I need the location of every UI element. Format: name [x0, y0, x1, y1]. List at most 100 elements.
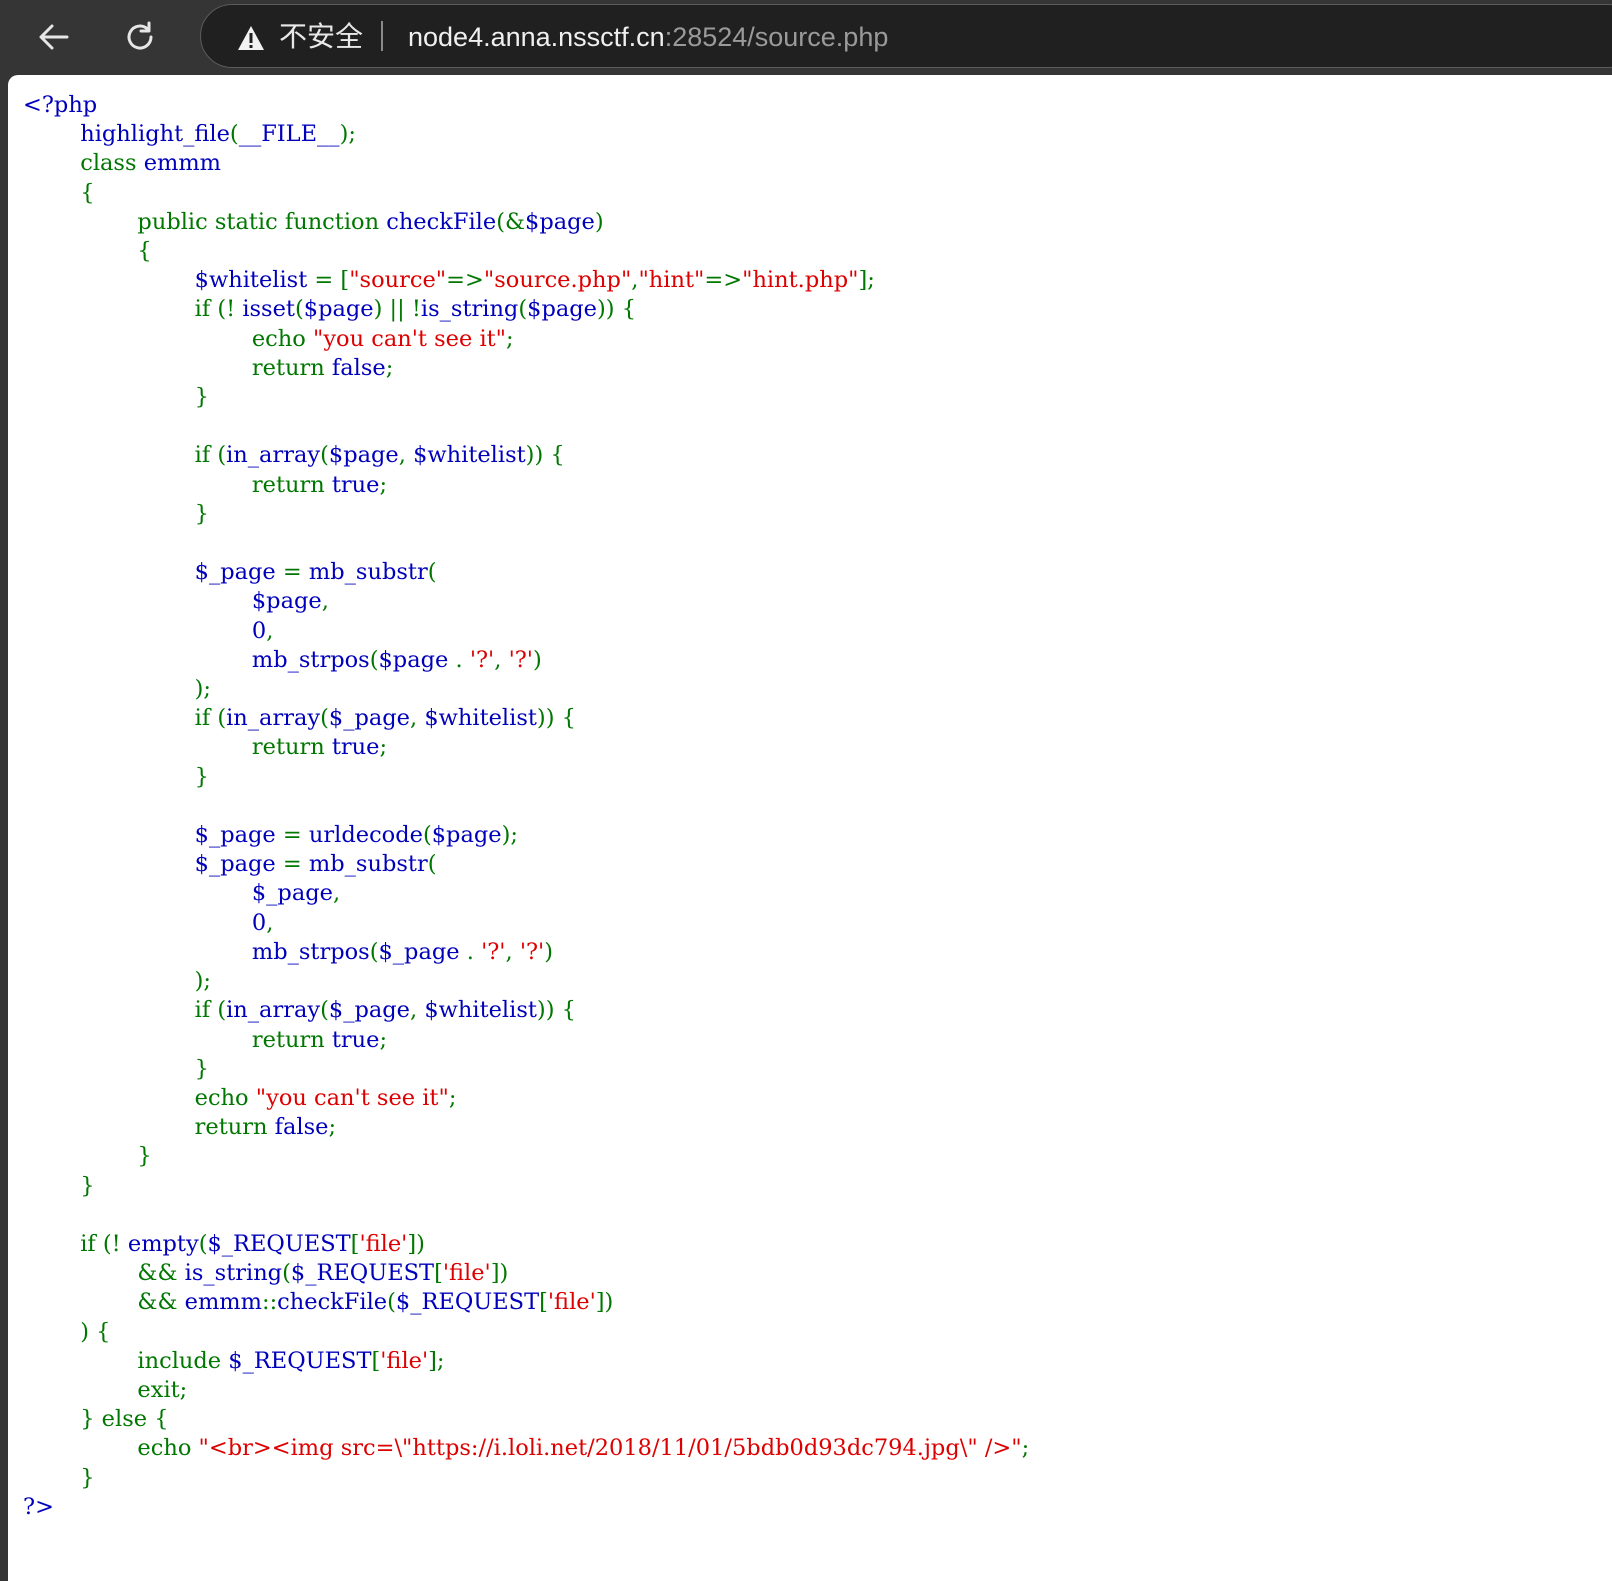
code-line: } — [23, 1173, 94, 1199]
code-token: return — [23, 1026, 332, 1053]
code-token: ); — [339, 121, 356, 148]
page-content: <?php highlight_file(__FILE__); class em… — [8, 75, 1612, 1581]
reload-button[interactable] — [117, 14, 163, 60]
code-token: 'file' — [442, 1260, 491, 1287]
code-token: mb_strpos — [23, 646, 370, 673]
code-token: )) { — [525, 442, 565, 469]
code-token: 'file' — [380, 1347, 429, 1374]
code-token: )) { — [536, 997, 576, 1024]
code-token: $_page — [23, 559, 283, 586]
code-token: )) { — [536, 705, 576, 732]
code-token: { — [23, 179, 95, 206]
code-token: && — [23, 1289, 185, 1316]
code-token: $page — [378, 646, 456, 673]
code-token: ]) — [490, 1260, 509, 1287]
code-token: } — [23, 1143, 152, 1170]
code-token: ); — [23, 968, 212, 995]
code-token: 'file' — [547, 1289, 596, 1316]
code-token: ; — [379, 471, 388, 498]
code-line: ); — [23, 676, 211, 702]
code-token: emmm — [143, 150, 222, 177]
address-divider — [381, 21, 383, 51]
back-button[interactable] — [31, 14, 77, 60]
code-token: , — [266, 909, 274, 936]
address-bar[interactable]: 不安全 node4.anna.nssctf.cn:28524/source.ph… — [200, 4, 1612, 68]
code-token: ) — [533, 646, 542, 673]
code-token: __FILE__ — [238, 121, 340, 148]
code-token: ( — [320, 997, 329, 1024]
code-token: ); — [501, 822, 518, 849]
code-line: && emmm::checkFile($_REQUEST['file']) — [23, 1289, 613, 1315]
code-token: ; — [379, 734, 388, 761]
code-token: if (! — [23, 296, 243, 323]
security-status-label[interactable]: 不安全 — [279, 17, 363, 57]
code-token: <?php — [23, 92, 98, 118]
code-token: $page — [328, 442, 399, 469]
code-token: 0 — [23, 617, 267, 644]
code-token: return — [23, 1114, 275, 1141]
code-token: is_string — [420, 296, 519, 323]
code-token: "source.php" — [483, 267, 632, 294]
code-token: ]) — [595, 1289, 614, 1316]
code-token: in_array — [226, 442, 321, 469]
code-token: = — [282, 559, 309, 586]
code-line: { — [23, 179, 95, 206]
code-token: $_page — [328, 705, 410, 732]
code-token: include — [23, 1347, 229, 1374]
code-token: $page — [527, 296, 597, 323]
code-token: , — [266, 617, 274, 644]
code-token: )) { — [596, 296, 637, 323]
code-line: echo "you can't see it"; — [23, 1084, 457, 1111]
code-line: } — [23, 764, 209, 790]
code-token: ) — [544, 938, 554, 965]
code-token: } — [23, 1055, 209, 1082]
code-token: true — [331, 734, 380, 761]
code-token: = — [282, 822, 309, 849]
url-port-path: :28524/source.php — [664, 22, 889, 52]
code-token: checkFile — [277, 1289, 388, 1316]
code-token: false — [331, 354, 386, 381]
code-token: emmm — [184, 1289, 262, 1316]
code-token: return — [23, 471, 332, 498]
code-token: (& — [496, 208, 525, 235]
code-token: $_page — [23, 851, 283, 878]
code-token: = — [282, 851, 309, 878]
code-token: ( — [427, 851, 437, 878]
warning-triangle-icon[interactable] — [237, 25, 265, 51]
code-token: ]; — [428, 1347, 445, 1374]
code-line: if (in_array($page, $whitelist)) { — [23, 442, 565, 468]
code-token: "you can't see it" — [255, 1084, 449, 1111]
code-line: } — [23, 1056, 209, 1082]
php-source-code: <?php highlight_file(__FILE__); class em… — [23, 91, 1029, 1522]
code-token: ( — [518, 296, 528, 323]
code-token: '?' — [508, 646, 533, 673]
code-line: if (! isset($page) || !is_string($page))… — [23, 296, 636, 322]
code-token: , — [410, 705, 425, 732]
code-token: $_REQUEST — [228, 1347, 372, 1374]
code-token: :: — [261, 1289, 278, 1316]
code-line: } else { — [23, 1406, 168, 1432]
code-token: $whitelist — [424, 705, 537, 732]
code-token: ; — [448, 1084, 457, 1111]
code-line: echo "you can't see it"; — [23, 326, 514, 352]
code-line: return true; — [23, 1027, 387, 1053]
code-line: return false; — [23, 355, 393, 381]
code-line: $whitelist = ["source"=>"source.php","hi… — [23, 267, 875, 293]
code-token: } — [23, 500, 209, 527]
code-token: urldecode — [308, 822, 423, 849]
code-token: mb_substr — [308, 559, 428, 586]
code-token: , — [505, 938, 520, 965]
code-token: } — [23, 384, 209, 411]
code-token: ( — [320, 705, 329, 732]
code-token: , — [410, 997, 425, 1024]
code-token: $_REQUEST — [395, 1289, 540, 1316]
code-token: if ( — [23, 997, 227, 1024]
url-text[interactable]: node4.anna.nssctf.cn:28524/source.php — [408, 17, 888, 57]
code-token: echo — [23, 325, 313, 352]
code-line: mb_strpos($_page . '?', '?') — [23, 939, 553, 965]
code-line: $_page, — [23, 880, 340, 906]
code-token: ) — [594, 208, 604, 235]
code-line: 0, — [23, 910, 273, 936]
code-line: ) { — [23, 1319, 110, 1345]
code-line: $page, — [23, 588, 329, 614]
